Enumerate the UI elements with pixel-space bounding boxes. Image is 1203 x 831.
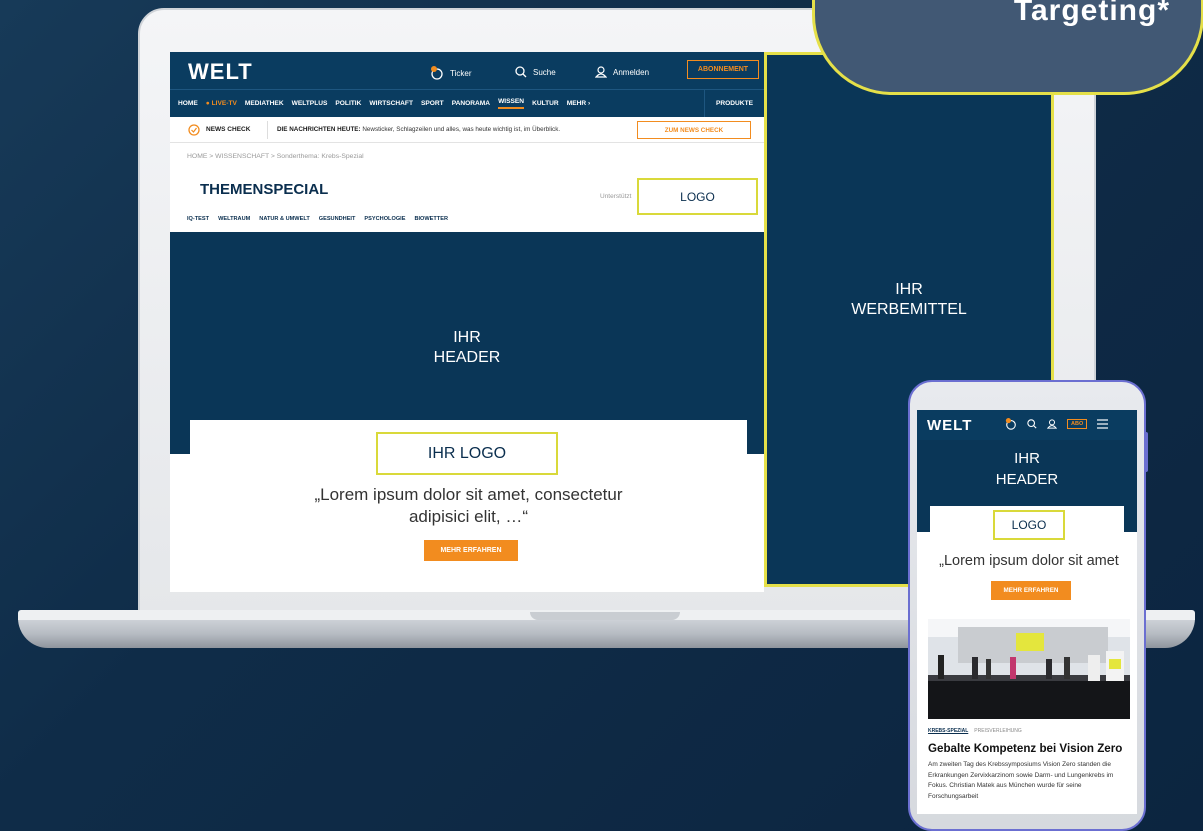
subnav-item-iq-test[interactable]: IQ-TEST <box>187 216 209 222</box>
news-check-divider <box>267 121 268 139</box>
login-button[interactable]: Anmelden <box>595 66 649 78</box>
mobile-screen: WELT ABO IHR HEADER LOGO „Lorem ipsum do… <box>917 410 1137 814</box>
subnav-item-biowetter[interactable]: BIOWETTER <box>414 216 448 222</box>
news-check-label: NEWS CHECK <box>206 126 251 133</box>
mobile-topbar-icons: ABO <box>1005 418 1109 430</box>
nav-item-wirtschaft[interactable]: WIRTSCHAFT <box>369 100 413 107</box>
news-check-headline-text: Newsticker, Schlagzeilen und alles, was … <box>362 126 561 133</box>
nav-item-politik[interactable]: POLITIK <box>335 100 361 107</box>
stage-photo-image <box>928 619 1130 719</box>
subnav-item-natur-umwelt[interactable]: NATUR & UMWELT <box>259 216 309 222</box>
tag-krebs-spezial[interactable]: KREBS-SPEZIAL <box>928 728 968 734</box>
teaser-quote-line-2: adipisici elit, …“ <box>408 507 529 526</box>
nav-item-kultur[interactable]: KULTUR <box>532 100 559 107</box>
nav-item-live-tv-label: LIVE-TV <box>211 100 237 107</box>
mobile-topbar: WELT ABO <box>917 410 1137 440</box>
news-check-headline: DIE NACHRICHTEN HEUTE: Newsticker, Schla… <box>277 126 560 133</box>
breadcrumb[interactable]: HOME > WISSENSCHAFT > Sonderthema: Krebs… <box>187 153 364 160</box>
zum-news-check-button[interactable]: ZUM NEWS CHECK <box>637 121 751 139</box>
ad-line-2: WERBEMITTEL <box>851 300 967 318</box>
nav-item-home[interactable]: HOME <box>178 100 198 107</box>
nav-item-weltplus[interactable]: WELTPLUS <box>292 100 328 107</box>
nav-item-mediathek[interactable]: MEDIATHEK <box>245 100 284 107</box>
nav-item-panorama[interactable]: PANORAMA <box>452 100 490 107</box>
menu-icon[interactable] <box>1097 419 1109 429</box>
search-button[interactable]: Suche <box>515 66 556 78</box>
laptop-notch <box>530 612 680 620</box>
ticker-icon <box>431 66 443 80</box>
targeting-label: Targeting* <box>1013 0 1170 27</box>
mobile-teaser-quote: „Lorem ipsum dolor sit amet <box>939 553 1119 569</box>
ad-line-1: IHR <box>895 280 923 298</box>
mobile-header-line-2: HEADER <box>995 471 1059 488</box>
welt-logo[interactable]: WELT <box>188 59 253 85</box>
chevron-right-icon: › <box>587 100 591 107</box>
nav-item-mehr[interactable]: MEHR › <box>567 100 590 107</box>
nav-item-wissen[interactable]: WISSEN <box>498 98 525 109</box>
mehr-erfahren-button[interactable]: MEHR ERFAHREN <box>424 540 518 561</box>
mobile-header-line-1: IHR <box>1014 450 1040 467</box>
mobile-welt-logo[interactable]: WELT <box>927 417 972 434</box>
teaser-logo-placeholder: IHR LOGO <box>376 432 558 475</box>
subnav-item-gesundheit[interactable]: GESUNDHEIT <box>319 216 356 222</box>
subnav-item-psychologie[interactable]: PSYCHOLOGIE <box>364 216 405 222</box>
news-check-bar: NEWS CHECK DIE NACHRICHTEN HEUTE: Newsti… <box>170 117 764 143</box>
search-label: Suche <box>533 67 556 77</box>
article-title[interactable]: Gebalte Kompetenz bei Vision Zero <box>928 742 1122 755</box>
phone-side-button <box>1144 432 1148 472</box>
sponsor-logo-placeholder: LOGO <box>637 178 758 215</box>
mobile-logo-placeholder: LOGO <box>993 510 1065 540</box>
article-tags: KREBS-SPEZIAL PREISVERLEIHUNG <box>928 728 1022 734</box>
teaser-quote-line-1: „Lorem ipsum dolor sit amet, consectetur <box>314 485 623 504</box>
news-check-headline-bold: DIE NACHRICHTEN HEUTE: <box>277 126 361 133</box>
nav-item-produkte-label: PRODUKTE <box>716 100 753 107</box>
ticker-label: Ticker <box>450 68 472 78</box>
ticker-icon[interactable] <box>1005 418 1017 430</box>
search-icon[interactable] <box>1027 419 1037 429</box>
login-label: Anmelden <box>613 67 650 77</box>
teaser-card: IHR LOGO „Lorem ipsum dolor sit amet, co… <box>190 420 747 582</box>
mobile-teaser-card: LOGO „Lorem ipsum dolor sit amet MEHR ER… <box>930 506 1124 606</box>
mobile-mehr-erfahren-button[interactable]: MEHR ERFAHREN <box>991 581 1071 600</box>
tag-preisverleihung: PREISVERLEIHUNG <box>974 728 1022 734</box>
header-line-1: IHR <box>453 329 481 346</box>
article-body: Am zweiten Tag des Krebssymposiums Visio… <box>928 761 1114 800</box>
sub-nav: IQ-TEST WELTRAUM NATUR & UMWELT GESUNDHE… <box>187 216 448 222</box>
desktop-topbar: WELT Ticker Suche Anmelden ABONNEMENT <box>170 52 764 89</box>
ticker-button[interactable]: Ticker <box>430 66 471 80</box>
nav-item-produkte[interactable]: PRODUKTE <box>704 90 764 117</box>
mobile-abo-button[interactable]: ABO <box>1067 419 1088 429</box>
header-line-2: HEADER <box>433 349 501 366</box>
teaser-quote: „Lorem ipsum dolor sit amet, consectetur… <box>190 484 747 528</box>
nav-item-live-tv[interactable]: ● LIVE-TV <box>206 100 237 107</box>
subnav-item-weltraum[interactable]: WELTRAUM <box>218 216 250 222</box>
search-icon <box>515 66 527 78</box>
abonnement-button[interactable]: ABONNEMENT <box>687 60 759 79</box>
main-nav: HOME ● LIVE-TV MEDIATHEK WELTPLUS POLITI… <box>170 89 764 117</box>
article-photo[interactable] <box>928 619 1130 719</box>
sponsor-label: Unterstützt <box>600 193 632 200</box>
clock-check-icon <box>188 124 200 136</box>
desktop-screen: WELT Ticker Suche Anmelden ABONNEMENT HO… <box>170 52 764 592</box>
user-icon[interactable] <box>1047 419 1057 429</box>
nav-item-mehr-label: MEHR <box>566 100 587 107</box>
user-icon <box>595 66 607 78</box>
nav-item-sport[interactable]: SPORT <box>421 100 444 107</box>
page-title: THEMENSPECIAL <box>200 181 329 198</box>
